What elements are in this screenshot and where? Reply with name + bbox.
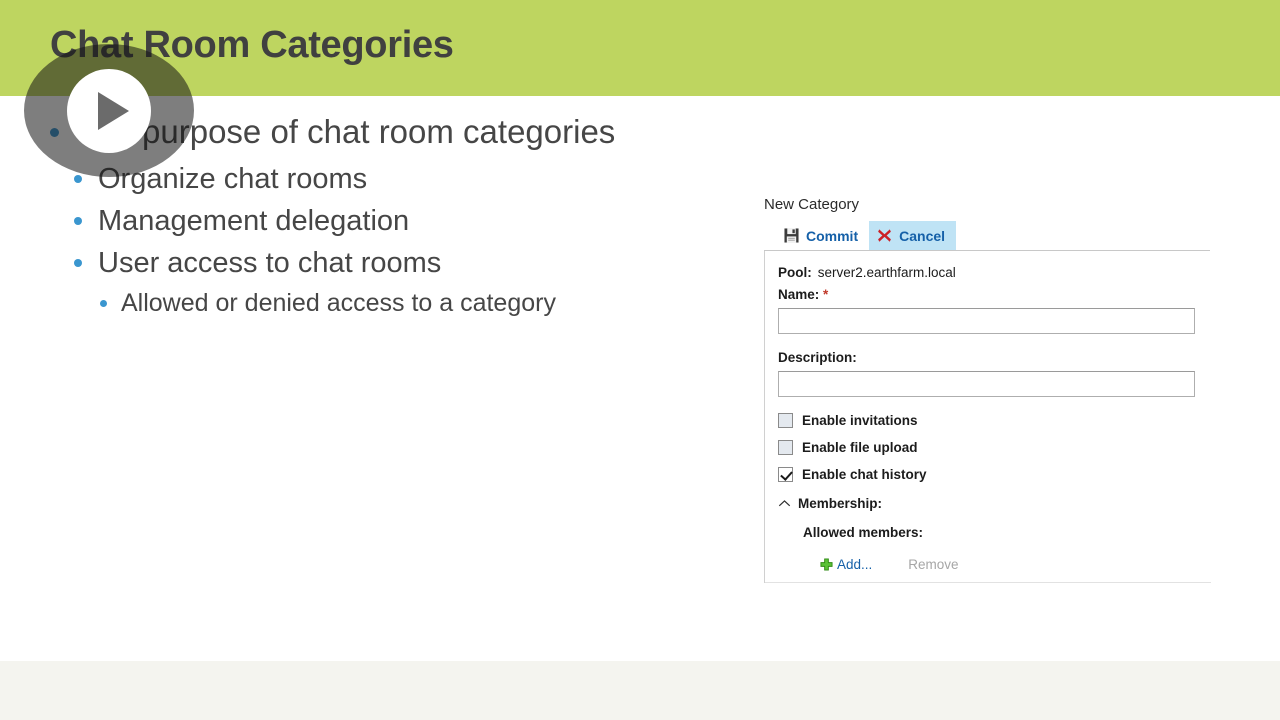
cancel-button-label: Cancel bbox=[899, 227, 946, 244]
slide-canvas: Chat Room Categories The purpose of chat… bbox=[0, 0, 1280, 720]
list-item: Allowed or denied access to a category bbox=[100, 286, 770, 320]
play-button[interactable] bbox=[24, 44, 194, 177]
list-item: User access to chat rooms bbox=[74, 244, 770, 282]
red-x-icon bbox=[877, 228, 892, 243]
name-field-label: Name: * bbox=[778, 287, 829, 302]
enable-chat-history-row[interactable]: Enable chat history bbox=[778, 467, 1214, 482]
enable-file-upload-checkbox[interactable] bbox=[778, 440, 793, 455]
membership-section-toggle[interactable]: Membership: bbox=[778, 496, 1214, 511]
pool-value: server2.earthfarm.local bbox=[817, 265, 956, 280]
membership-actions: Add... Remove bbox=[820, 557, 1214, 572]
allowed-members-label: Allowed members: bbox=[803, 525, 924, 540]
bullet-dot-icon bbox=[74, 259, 82, 267]
slide-footer-band bbox=[0, 661, 1280, 720]
remove-member-button: Remove bbox=[908, 557, 959, 572]
enable-chat-history-label: Enable chat history bbox=[802, 467, 927, 482]
list-item-label: User access to chat rooms bbox=[98, 247, 442, 279]
description-input[interactable] bbox=[778, 371, 1195, 397]
cancel-button[interactable]: Cancel bbox=[869, 221, 957, 250]
required-marker: * bbox=[823, 287, 829, 302]
commit-button[interactable]: Commit bbox=[776, 221, 869, 250]
panel-body: Pool: server2.earthfarm.local Name: * Des… bbox=[764, 251, 1214, 583]
panel-toolbar: Commit Cancel bbox=[776, 221, 1214, 250]
bullet-dot-icon bbox=[74, 175, 82, 183]
play-button-inner bbox=[67, 68, 151, 153]
chevron-up-icon bbox=[778, 497, 791, 510]
add-member-label: Add... bbox=[837, 557, 873, 572]
enable-invitations-checkbox[interactable] bbox=[778, 413, 793, 428]
enable-file-upload-label: Enable file upload bbox=[802, 440, 918, 455]
enable-invitations-label: Enable invitations bbox=[802, 413, 918, 428]
membership-label: Membership: bbox=[798, 496, 883, 511]
play-triangle-icon bbox=[97, 91, 129, 130]
pool-row: Pool: server2.earthfarm.local bbox=[778, 265, 1214, 280]
commit-button-label: Commit bbox=[806, 227, 859, 244]
pool-label: Pool: bbox=[778, 265, 812, 280]
enable-file-upload-row[interactable]: Enable file upload bbox=[778, 440, 1214, 455]
enable-invitations-row[interactable]: Enable invitations bbox=[778, 413, 1214, 428]
name-input[interactable] bbox=[778, 308, 1195, 334]
description-field-label: Description: bbox=[778, 350, 857, 365]
new-category-panel: New Category Commit Cancel Pool: server2… bbox=[764, 196, 1214, 583]
enable-chat-history-checkbox[interactable] bbox=[778, 467, 793, 482]
green-plus-icon bbox=[820, 558, 833, 571]
add-member-button[interactable]: Add... bbox=[820, 557, 872, 572]
bullet-dot-icon bbox=[74, 217, 82, 225]
list-item: Management delegation bbox=[74, 202, 770, 240]
save-floppy-icon bbox=[784, 228, 799, 243]
bullet-dot-icon bbox=[100, 300, 107, 307]
list-item-label: Allowed or denied access to a category bbox=[121, 289, 556, 317]
panel-bottom-divider bbox=[765, 582, 1211, 583]
panel-caption: New Category bbox=[764, 196, 860, 213]
list-item-label: Management delegation bbox=[98, 205, 410, 237]
list-item: Organize chat rooms bbox=[74, 160, 770, 198]
